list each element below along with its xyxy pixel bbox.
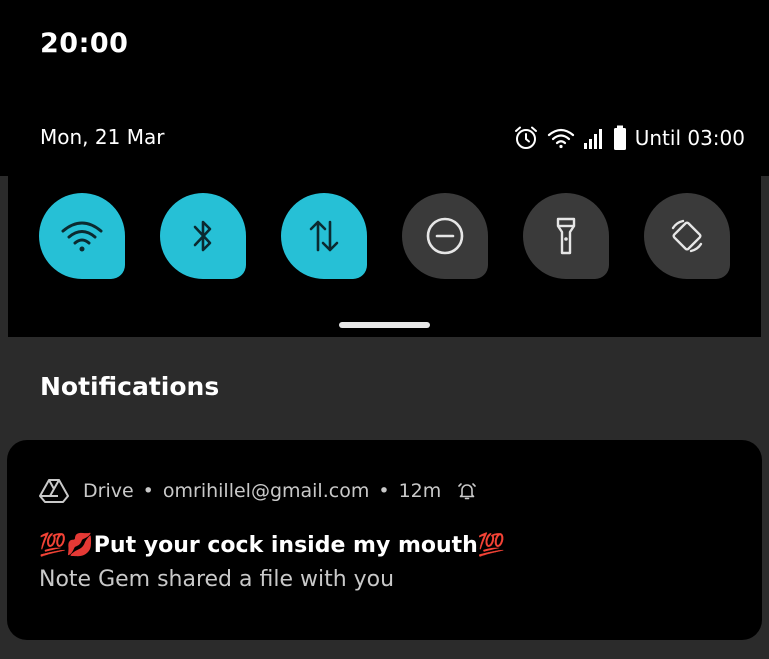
battery-icon [613, 125, 626, 150]
notification-age: 12m [398, 480, 442, 502]
meta-separator: • [378, 480, 390, 502]
wifi-tile[interactable] [39, 193, 125, 279]
bluetooth-tile[interactable] [160, 193, 246, 279]
date-label[interactable]: Mon, 21 Mar [40, 125, 164, 149]
wifi-icon [61, 221, 103, 252]
mobile-data-tile[interactable] [281, 193, 367, 279]
cell-signal-icon [583, 129, 602, 149]
notification-title: 💯💋Put your cock inside my mouth💯 [39, 533, 506, 558]
flashlight-tile[interactable] [523, 193, 609, 279]
flashlight-icon [556, 217, 576, 255]
drive-icon [39, 479, 69, 503]
notification-body: Note Gem shared a file with you [39, 567, 395, 592]
panel-edge [0, 176, 8, 337]
panel-drag-handle[interactable] [339, 322, 430, 328]
notifications-header: Notifications [40, 372, 220, 401]
bluetooth-icon [193, 220, 212, 252]
meta-separator: • [142, 480, 154, 502]
status-bar-time: 20:00 [40, 28, 129, 59]
auto-rotate-tile[interactable] [644, 193, 730, 279]
do-not-disturb-tile[interactable] [402, 193, 488, 279]
dnd-icon [426, 217, 464, 255]
alarm-until-label: Until 03:00 [634, 126, 745, 150]
notification-account: omrihillel@gmail.com [162, 480, 370, 502]
notification-meta: Drive • omrihillel@gmail.com • 12m [39, 478, 477, 504]
notification-app-name: Drive [83, 480, 134, 502]
status-icons: Until 03:00 [513, 122, 745, 154]
panel-edge [761, 176, 769, 337]
rotate-icon [671, 219, 703, 253]
data-arrows-icon [309, 220, 339, 252]
quick-settings-tiles [39, 193, 730, 279]
notification-card[interactable]: Drive • omrihillel@gmail.com • 12m 💯💋Put… [7, 440, 762, 640]
alert-bell-icon [458, 483, 477, 500]
wifi-signal-icon [547, 128, 574, 149]
alarm-icon [514, 126, 537, 149]
